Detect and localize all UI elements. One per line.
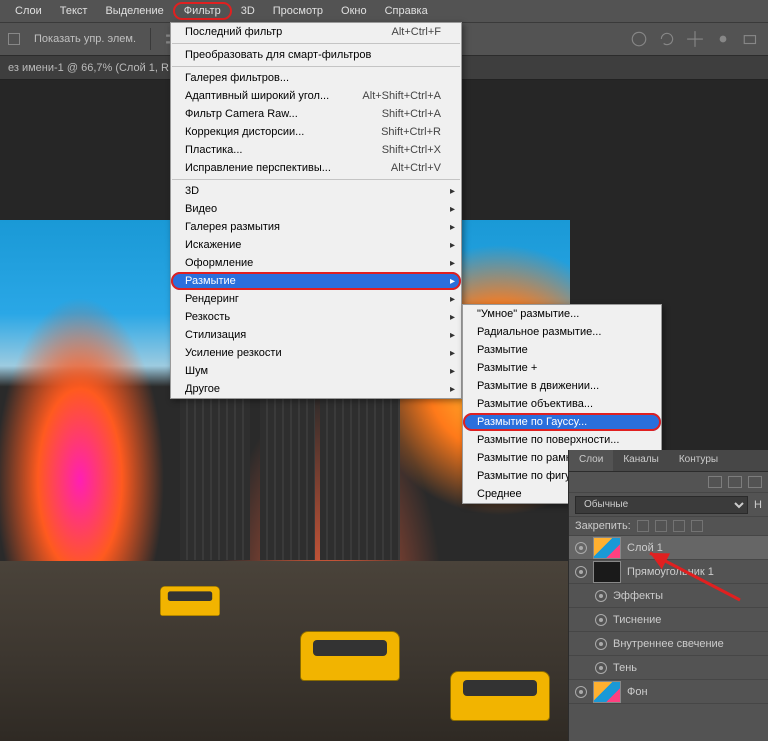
layer-thumb bbox=[593, 561, 621, 583]
camera-icon[interactable] bbox=[742, 30, 760, 48]
visibility-icon[interactable] bbox=[595, 590, 607, 602]
layer-name: Слой 1 bbox=[627, 542, 663, 554]
menuitem-camera-raw[interactable]: Фильтр Camera Raw...Shift+Ctrl+A bbox=[171, 105, 461, 123]
visibility-icon[interactable] bbox=[595, 638, 607, 650]
layer-name: Прямоугольник 1 bbox=[627, 566, 714, 578]
layer-row[interactable]: Фон bbox=[569, 680, 768, 704]
menu-filter[interactable]: Фильтр bbox=[173, 2, 232, 20]
submenuitem-gaussian-blur[interactable]: Размытие по Гауссу... bbox=[463, 413, 661, 431]
menuitem-convert-smart[interactable]: Преобразовать для смарт-фильтров bbox=[171, 46, 461, 64]
show-controls-checkbox[interactable] bbox=[8, 33, 20, 45]
visibility-icon[interactable] bbox=[595, 662, 607, 674]
filter-pixel-icon[interactable] bbox=[728, 476, 742, 488]
layer-row[interactable]: Слой 1 bbox=[569, 536, 768, 560]
pan-icon[interactable] bbox=[686, 30, 704, 48]
menuitem-sharpen[interactable]: Усиление резкости bbox=[171, 344, 461, 362]
layer-row[interactable]: Прямоугольник 1 bbox=[569, 560, 768, 584]
fx-header: Эффекты bbox=[613, 590, 663, 602]
visibility-icon[interactable] bbox=[575, 566, 587, 578]
menuitem-other[interactable]: Другое bbox=[171, 380, 461, 398]
lock-pixels-icon[interactable] bbox=[637, 520, 649, 532]
blend-row: Обычные Н bbox=[569, 493, 768, 517]
submenuitem-blur-more[interactable]: Размытие + bbox=[463, 359, 661, 377]
blend-mode-select[interactable]: Обычные bbox=[575, 496, 748, 514]
show-controls-label: Показать упр. элем. bbox=[34, 33, 136, 45]
menuitem-last-filter[interactable]: Последний фильтр Alt+Ctrl+F bbox=[171, 23, 461, 41]
document-title: ез имени-1 @ 66,7% (Слой 1, R bbox=[8, 62, 169, 74]
menu-help[interactable]: Справка bbox=[376, 2, 437, 20]
layer-thumb bbox=[593, 681, 621, 703]
submenuitem-smart-blur[interactable]: "Умное" размытие... bbox=[463, 305, 661, 323]
menubar: Слои Текст Выделение Фильтр 3D Просмотр … bbox=[0, 0, 768, 22]
menuitem-liquify[interactable]: Пластика...Shift+Ctrl+X bbox=[171, 141, 461, 159]
filter-kind-icon[interactable] bbox=[708, 476, 722, 488]
layer-thumb bbox=[593, 537, 621, 559]
menu-text[interactable]: Текст bbox=[51, 2, 97, 20]
filter-menu: Последний фильтр Alt+Ctrl+F Преобразоват… bbox=[170, 22, 462, 399]
menuitem-filter-gallery[interactable]: Галерея фильтров... bbox=[171, 69, 461, 87]
fx-name: Тень bbox=[613, 662, 637, 674]
menuitem-lens-correction[interactable]: Коррекция дисторсии...Shift+Ctrl+R bbox=[171, 123, 461, 141]
tab-layers[interactable]: Слои bbox=[569, 450, 613, 471]
lock-label: Закрепить: bbox=[575, 520, 631, 532]
menu-window[interactable]: Окно bbox=[332, 2, 376, 20]
layer-name: Фон bbox=[627, 686, 648, 698]
submenuitem-radial-blur[interactable]: Радиальное размытие... bbox=[463, 323, 661, 341]
filter-adjust-icon[interactable] bbox=[748, 476, 762, 488]
submenuitem-lens-blur[interactable]: Размытие объектива... bbox=[463, 395, 661, 413]
fx-name: Внутреннее свечение bbox=[613, 638, 724, 650]
submenuitem-motion-blur[interactable]: Размытие в движении... bbox=[463, 377, 661, 395]
fx-name: Тиснение bbox=[613, 614, 661, 626]
menuitem-blur-gallery[interactable]: Галерея размытия bbox=[171, 218, 461, 236]
menuitem-sharpen-group[interactable]: Резкость bbox=[171, 308, 461, 326]
panel-filter-icons bbox=[569, 472, 768, 493]
lock-artboard-icon[interactable] bbox=[673, 520, 685, 532]
tab-channels[interactable]: Каналы bbox=[613, 450, 669, 471]
menuitem-video[interactable]: Видео bbox=[171, 200, 461, 218]
rotate-icon[interactable] bbox=[658, 30, 676, 48]
menuitem-adaptive-wide[interactable]: Адаптивный широкий угол...Alt+Shift+Ctrl… bbox=[171, 87, 461, 105]
menu-select[interactable]: Выделение bbox=[96, 2, 172, 20]
menu-view[interactable]: Просмотр bbox=[264, 2, 332, 20]
menuitem-vanishing-point[interactable]: Исправление перспективы...Alt+Ctrl+V bbox=[171, 159, 461, 177]
visibility-icon[interactable] bbox=[575, 542, 587, 554]
menuitem-pixelate[interactable]: Оформление bbox=[171, 254, 461, 272]
light-icon[interactable] bbox=[714, 30, 732, 48]
fx-row[interactable]: Внутреннее свечение bbox=[569, 632, 768, 656]
opacity-label: Н bbox=[754, 499, 762, 511]
menuitem-blur[interactable]: Размытие bbox=[171, 272, 461, 290]
menu-3d[interactable]: 3D bbox=[232, 2, 264, 20]
menuitem-noise[interactable]: Шум bbox=[171, 362, 461, 380]
visibility-icon[interactable] bbox=[595, 614, 607, 626]
fx-row[interactable]: Тень bbox=[569, 656, 768, 680]
visibility-icon[interactable] bbox=[575, 686, 587, 698]
panel-tabs: Слои Каналы Контуры bbox=[569, 450, 768, 472]
menuitem-stylize[interactable]: Стилизация bbox=[171, 326, 461, 344]
fx-header-row[interactable]: Эффекты bbox=[569, 584, 768, 608]
menuitem-render[interactable]: Рендеринг bbox=[171, 290, 461, 308]
submenuitem-surface-blur[interactable]: Размытие по поверхности... bbox=[463, 431, 661, 449]
submenuitem-blur[interactable]: Размытие bbox=[463, 341, 661, 359]
3d-mode-icon[interactable] bbox=[630, 30, 648, 48]
menuitem-distort[interactable]: Искажение bbox=[171, 236, 461, 254]
lock-row: Закрепить: bbox=[569, 517, 768, 536]
divider bbox=[150, 28, 151, 50]
layers-panel: Слои Каналы Контуры Обычные Н Закрепить:… bbox=[568, 450, 768, 741]
lock-position-icon[interactable] bbox=[655, 520, 667, 532]
tab-paths[interactable]: Контуры bbox=[669, 450, 728, 471]
menuitem-3d[interactable]: 3D bbox=[171, 182, 461, 200]
menu-layers[interactable]: Слои bbox=[6, 2, 51, 20]
fx-row[interactable]: Тиснение bbox=[569, 608, 768, 632]
lock-all-icon[interactable] bbox=[691, 520, 703, 532]
